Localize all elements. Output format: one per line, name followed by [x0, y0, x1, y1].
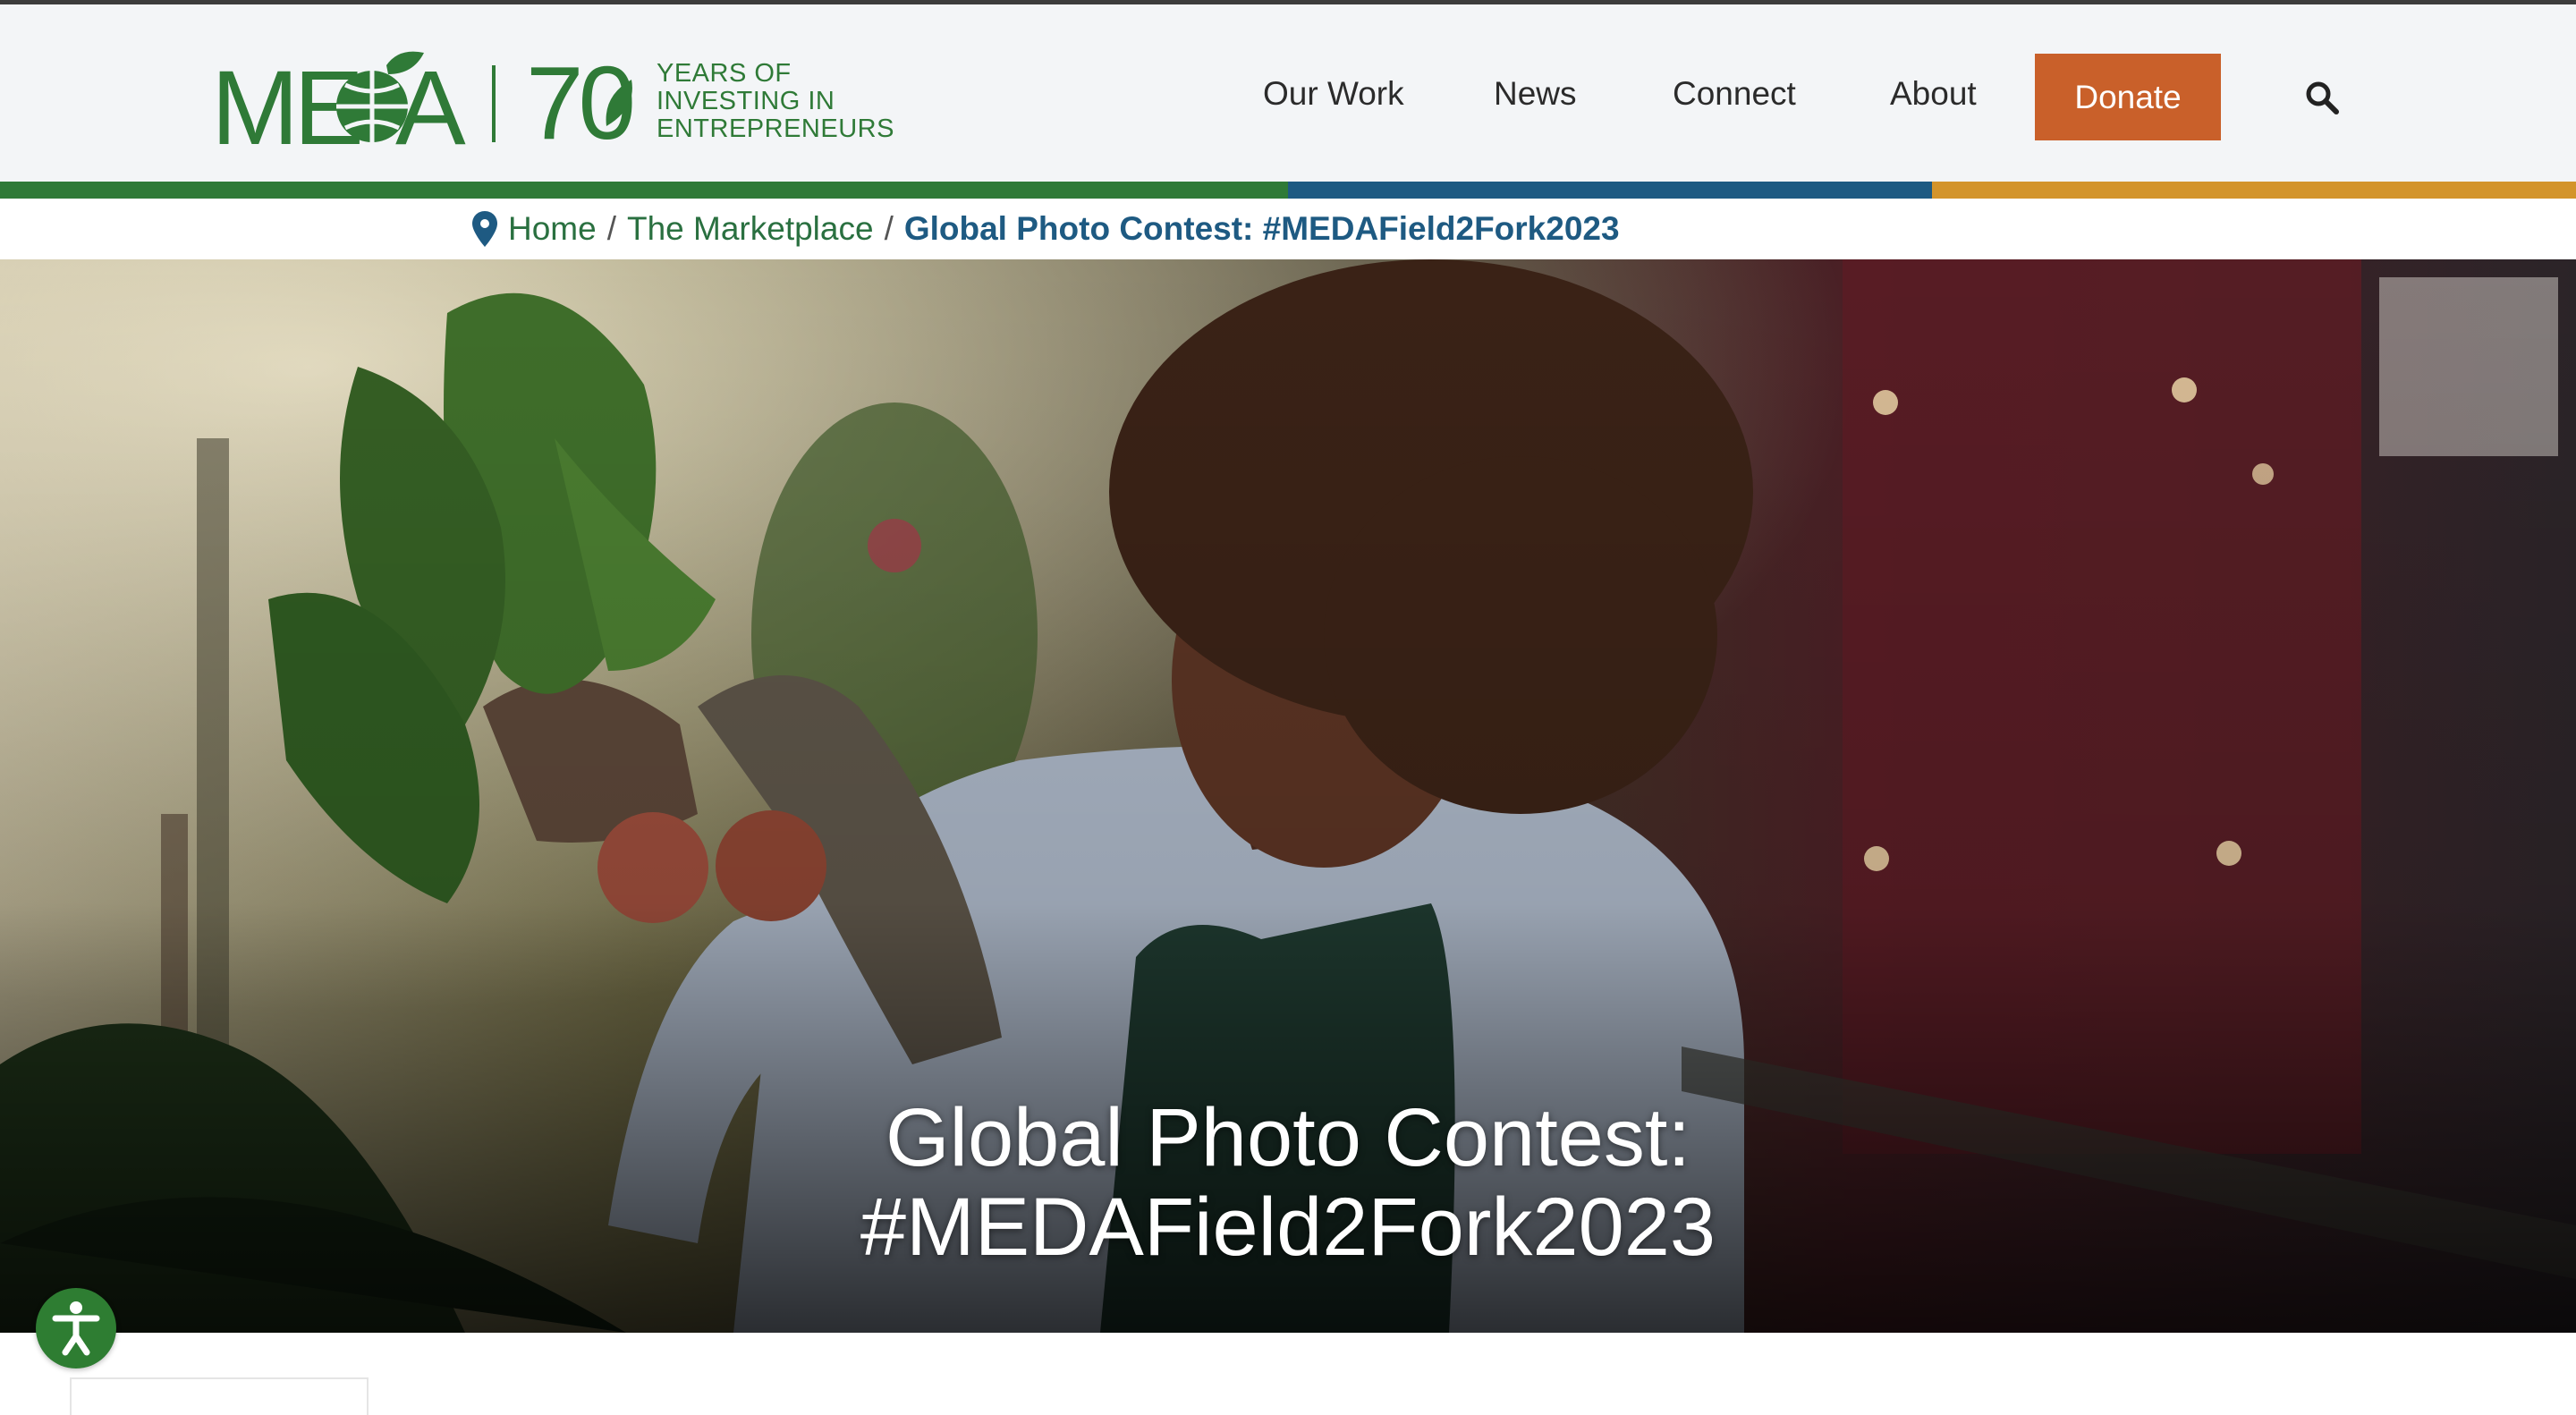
map-pin-icon	[472, 211, 497, 247]
breadcrumb-home[interactable]: Home	[508, 210, 597, 248]
breadcrumb: Home / The Marketplace / Global Photo Co…	[472, 208, 1620, 250]
accessibility-button[interactable]	[36, 1288, 116, 1368]
breadcrumb-marketplace[interactable]: The Marketplace	[627, 210, 874, 248]
logo-tagline: YEARS OF INVESTING IN ENTREPRENEURS	[657, 60, 894, 143]
logo-tagline-line: YEARS OF	[657, 59, 792, 88]
hero-title-line: Global Photo Contest:	[885, 1091, 1691, 1183]
nav-our-work[interactable]: Our Work	[1263, 49, 1404, 139]
meda-logo-mark: ME A	[211, 49, 466, 155]
donate-button[interactable]: Donate	[2035, 54, 2221, 140]
search-icon[interactable]	[2304, 80, 2340, 115]
logo-divider	[492, 65, 496, 142]
hero-title-line: #MEDAField2Fork2023	[860, 1181, 1716, 1273]
nav-connect[interactable]: Connect	[1673, 49, 1796, 139]
content-card	[70, 1377, 369, 1415]
site-header: ME A 70 YEARS OF INVESTING IN ENTREPRENE…	[0, 4, 2576, 182]
logo-tagline-line: ENTREPRENEURS	[657, 114, 894, 143]
logo-tagline-line: INVESTING IN	[657, 87, 835, 115]
hero-banner: Global Photo Contest: #MEDAField2Fork202…	[0, 259, 2576, 1333]
meda-logo[interactable]: ME A 70 YEARS OF INVESTING IN ENTREPRENE…	[211, 47, 894, 155]
breadcrumb-bar: Home / The Marketplace / Global Photo Co…	[0, 199, 2576, 259]
breadcrumb-separator: /	[884, 210, 894, 247]
nav-news[interactable]: News	[1494, 49, 1577, 139]
breadcrumb-separator: /	[606, 210, 616, 247]
accessibility-icon	[52, 1301, 100, 1356]
nav-about[interactable]: About	[1890, 49, 1977, 139]
svg-text:A: A	[395, 49, 466, 155]
hero-title: Global Photo Contest: #MEDAField2Fork202…	[0, 1093, 2576, 1272]
leaf-icon	[606, 80, 632, 126]
breadcrumb-current: Global Photo Contest: #MEDAField2Fork202…	[903, 210, 1620, 247]
